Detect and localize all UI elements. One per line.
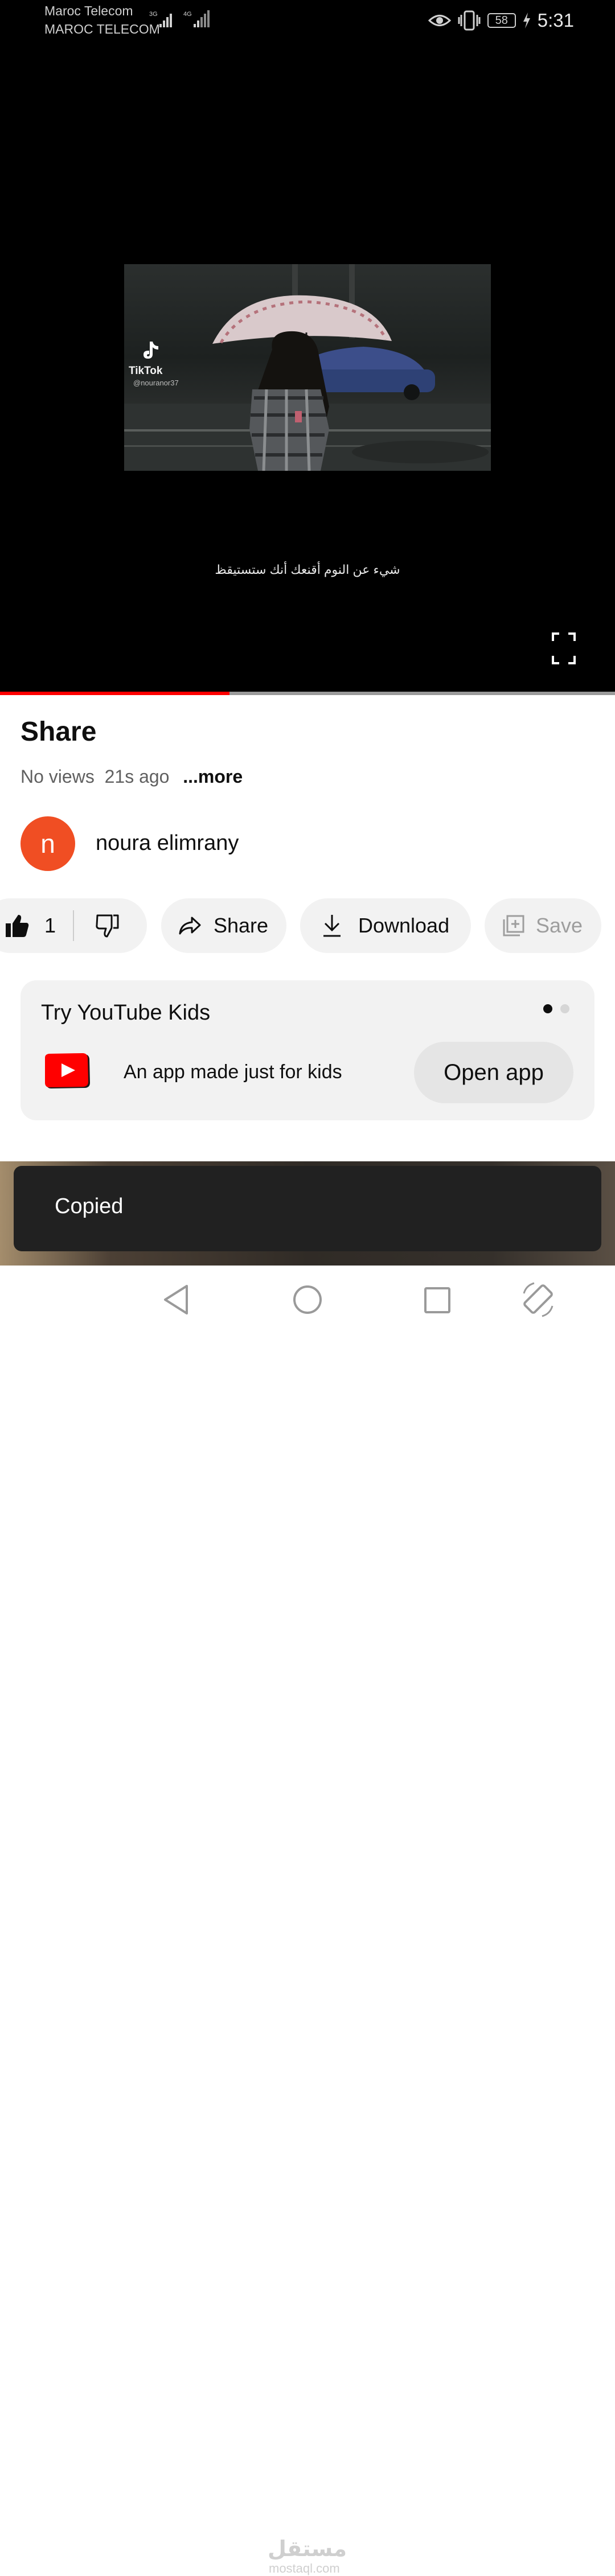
save-button[interactable]: Save <box>485 898 601 953</box>
navigation-bar: مستقل mostaql.com <box>0 1266 615 2575</box>
share-button[interactable]: Share <box>161 898 286 953</box>
promo-description: An app made just for kids <box>124 1061 342 1083</box>
video-scene <box>124 264 491 471</box>
video-meta[interactable]: No views 21s ago ...more <box>20 766 243 787</box>
tiktok-watermark: TikTok @nouranor37 <box>129 339 179 387</box>
signal-4g: 4G <box>183 9 215 32</box>
battery-icon: 58 <box>487 13 516 28</box>
carrier-name-1: Maroc Telecom <box>44 3 133 18</box>
save-label: Save <box>536 914 583 937</box>
like-button[interactable]: 1 <box>5 913 56 938</box>
toast-text: Copied <box>55 1194 124 1218</box>
home-icon[interactable] <box>292 1284 323 1315</box>
tiktok-brand: TikTok <box>129 365 163 377</box>
clock: 5:31 <box>537 10 574 31</box>
back-icon[interactable] <box>162 1284 190 1316</box>
share-label: Share <box>214 914 269 937</box>
fullscreen-button[interactable] <box>551 632 576 665</box>
carousel-dot-active[interactable] <box>543 1004 552 1013</box>
watermark-logo: مستقل <box>268 2537 347 2561</box>
progress-bar-fill <box>0 692 229 695</box>
download-button[interactable]: Download <box>300 898 471 953</box>
promo-title: Try YouTube Kids <box>41 1001 211 1025</box>
status-icons: 58 5:31 <box>428 9 574 32</box>
share-icon <box>179 917 201 935</box>
like-divider <box>73 910 75 941</box>
rotate-icon[interactable] <box>519 1281 557 1318</box>
network-label-3g: 3G <box>149 11 158 18</box>
carrier-name-2: MAROC TELECOM <box>44 22 160 36</box>
network-label-4g: 4G <box>183 11 192 18</box>
video-frame: TikTok @nouranor37 <box>124 264 491 471</box>
recents-icon[interactable] <box>424 1287 451 1314</box>
charging-icon <box>523 13 530 28</box>
save-icon <box>503 915 524 936</box>
progress-bar[interactable] <box>0 692 615 695</box>
open-app-button[interactable]: Open app <box>414 1042 573 1103</box>
view-count: No views <box>20 766 95 787</box>
like-icon <box>6 915 29 937</box>
eye-icon <box>428 15 451 26</box>
channel-avatar[interactable]: n <box>20 816 75 871</box>
like-dislike-group: 1 <box>0 898 147 953</box>
more-link[interactable]: ...more <box>183 766 243 787</box>
download-label: Download <box>358 914 450 937</box>
vibrate-icon <box>458 10 481 31</box>
like-count: 1 <box>44 914 56 937</box>
signal-3g: 3G <box>149 9 178 32</box>
toast: Copied <box>14 1166 601 1251</box>
video-title: Share <box>20 717 97 747</box>
watermark-url: mostaql.com <box>269 2561 340 2575</box>
tiktok-icon <box>144 342 158 359</box>
video-player[interactable]: TikTok @nouranor37 شيء عن النوم أقنعك أن… <box>0 40 615 695</box>
fullscreen-icon <box>552 632 576 664</box>
channel-name[interactable]: noura elimrany <box>96 831 239 856</box>
youtube-kids-promo: Try YouTube Kids An app made just for ki… <box>20 980 594 1120</box>
download-icon <box>323 915 341 937</box>
dislike-icon[interactable] <box>95 913 120 938</box>
status-bar: Maroc Telecom MAROC TELECOM 3G 4G 58 5:3… <box>0 0 615 40</box>
video-caption: شيء عن النوم أقنعك أنك ستستيقظ <box>215 562 400 577</box>
youtube-kids-icon <box>45 1053 90 1088</box>
upload-age: 21s ago <box>104 766 170 787</box>
carousel-dot[interactable] <box>560 1004 569 1013</box>
tiktok-user: @nouranor37 <box>133 379 179 387</box>
